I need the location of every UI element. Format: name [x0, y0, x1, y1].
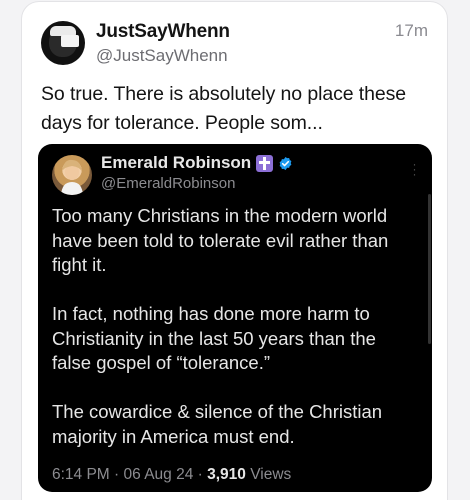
- cross-badge-icon: [256, 154, 274, 172]
- avatar-tag: [43, 50, 84, 65]
- embedded-post-meta: 6:14 PM · 06 Aug 24 · 3,910 Views: [52, 466, 291, 484]
- author-avatar[interactable]: [41, 21, 85, 65]
- post-text: So true. There is absolutely no place th…: [41, 83, 406, 134]
- embedded-post-datetime[interactable]: 6:14 PM · 06 Aug 24 ·: [52, 466, 207, 483]
- profile-photo-icon: [61, 159, 83, 195]
- views-label: Views: [245, 466, 292, 483]
- views-count: 3,910: [207, 466, 246, 483]
- embedded-author-avatar[interactable]: [52, 155, 92, 195]
- embedded-paragraph: In fact, nothing has done more harm to C…: [52, 303, 376, 373]
- embedded-paragraph: The cowardice & silence of the Christian…: [52, 401, 383, 447]
- embedded-paragraph: Too many Christians in the modern world …: [52, 205, 389, 275]
- embedded-author-name-row[interactable]: Emerald Robinson: [101, 153, 293, 173]
- avatar-sign: [61, 35, 79, 47]
- author-handle[interactable]: @JustSayWhenn: [96, 46, 228, 66]
- page: JustSayWhenn @JustSayWhenn 17m So true. …: [0, 0, 470, 500]
- author-name[interactable]: JustSayWhenn: [96, 21, 230, 43]
- embedded-author-handle[interactable]: @EmeraldRobinson: [101, 175, 235, 192]
- embedded-post-text: Too many Christians in the modern world …: [52, 204, 420, 474]
- embedded-scrollbar[interactable]: [428, 194, 431, 344]
- embedded-post[interactable]: Emerald Robinson @EmeraldRobinson · · · To…: [38, 144, 432, 492]
- embedded-author-name[interactable]: Emerald Robinson: [101, 153, 251, 173]
- post-card[interactable]: JustSayWhenn @JustSayWhenn 17m So true. …: [21, 1, 448, 500]
- post-timestamp[interactable]: 17m: [395, 21, 428, 41]
- more-vertical-icon[interactable]: · · ·: [412, 158, 417, 180]
- verified-check-icon: [279, 156, 292, 170]
